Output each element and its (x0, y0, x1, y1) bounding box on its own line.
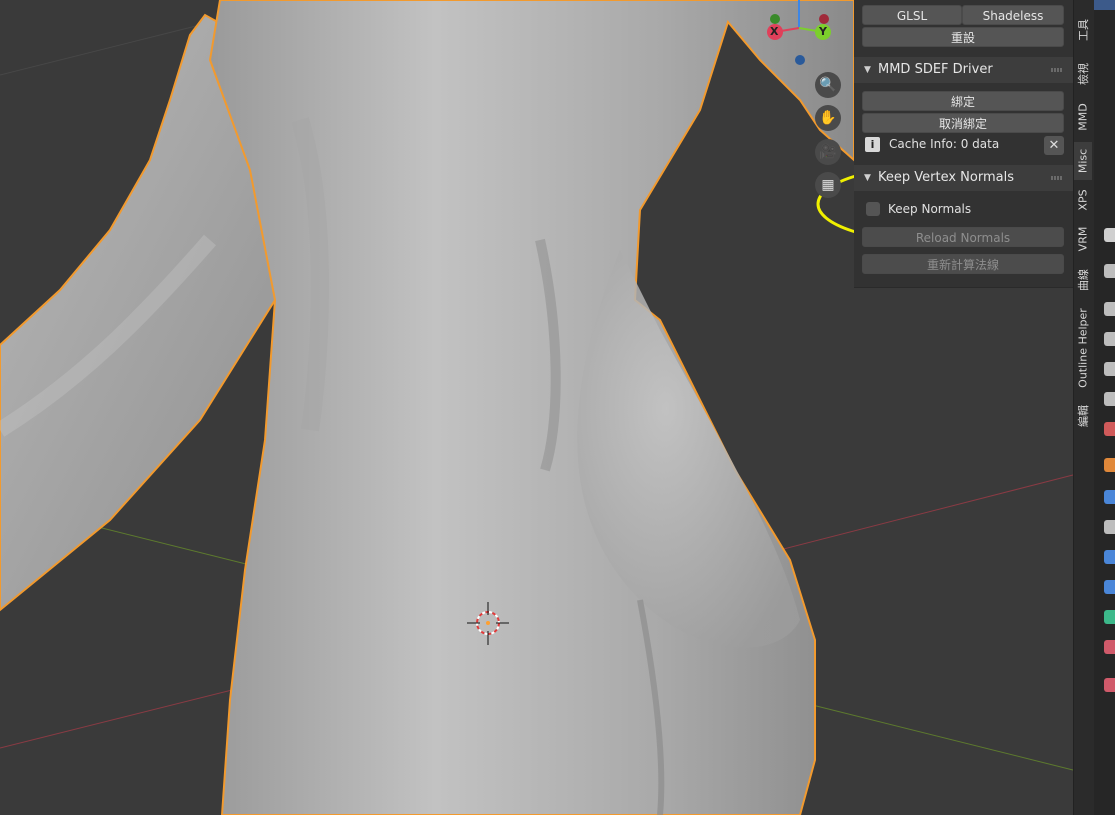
render-icon[interactable] (1104, 264, 1115, 278)
cache-info-text: Cache Info: 0 data (889, 137, 1000, 151)
sdef-panel-header[interactable]: ▼ MMD SDEF Driver (854, 57, 1073, 83)
tab-vrm[interactable]: VRM (1074, 222, 1092, 256)
particles-icon[interactable] (1104, 520, 1115, 534)
zoom-icon: 🔍 (819, 77, 837, 93)
keep-normals-checkbox[interactable] (866, 202, 880, 216)
tab-curves[interactable]: 曲線 (1074, 262, 1092, 298)
tab-edit[interactable]: 編輯 (1074, 398, 1092, 434)
view-layer-icon[interactable] (1104, 332, 1115, 346)
close-button[interactable]: ✕ (1044, 136, 1064, 155)
gizmo-x-label: X (770, 25, 779, 38)
keep-normals-label[interactable]: Keep Normals (888, 202, 971, 216)
normals-panel-title: Keep Vertex Normals (878, 170, 1014, 185)
shadeless-button[interactable]: Shadeless (962, 5, 1064, 25)
info-icon: i (865, 137, 880, 152)
recalculate-normals-button[interactable]: 重新計算法線 (862, 254, 1064, 274)
unbind-button[interactable]: 取消綁定 (862, 113, 1064, 133)
collapse-triangle-icon: ▼ (864, 65, 871, 75)
constraints-icon[interactable] (1104, 580, 1115, 594)
bind-button[interactable]: 綁定 (862, 91, 1064, 111)
tab-view[interactable]: 檢視 (1074, 55, 1092, 93)
ortho-toggle-button[interactable]: ▦ (815, 172, 841, 198)
collapse-triangle-icon: ▼ (864, 173, 871, 183)
texture-icon[interactable] (1104, 678, 1115, 692)
close-icon: ✕ (1048, 138, 1060, 153)
reset-button[interactable]: 重設 (862, 27, 1064, 47)
material-icon[interactable] (1104, 640, 1115, 654)
properties-header (1094, 0, 1115, 10)
grid-icon: ▦ (821, 177, 835, 193)
zoom-button[interactable]: 🔍 (815, 72, 841, 98)
body-mesh[interactable] (0, 0, 855, 815)
glsl-button[interactable]: GLSL (862, 5, 962, 25)
data-icon[interactable] (1104, 610, 1115, 624)
reload-normals-button[interactable]: Reload Normals (862, 227, 1064, 247)
camera-button[interactable]: 🎥 (815, 139, 841, 165)
object-icon[interactable] (1104, 458, 1115, 472)
drag-grip-icon[interactable] (1051, 176, 1063, 180)
sdef-panel-title: MMD SDEF Driver (878, 62, 993, 77)
tab-outline-helper[interactable]: Outline Helper (1074, 302, 1092, 394)
tab-misc[interactable]: Misc (1074, 142, 1092, 180)
gizmo-y-label: Y (819, 25, 827, 38)
world-icon[interactable] (1104, 392, 1115, 406)
output-icon[interactable] (1104, 302, 1115, 316)
hand-icon: ✋ (819, 110, 837, 126)
modifier-icon[interactable] (1104, 490, 1115, 504)
tool-icon[interactable] (1104, 228, 1115, 242)
scene-icon[interactable] (1104, 362, 1115, 376)
collection-icon[interactable] (1104, 422, 1115, 436)
physics-icon[interactable] (1104, 550, 1115, 564)
properties-editor-edge (1094, 0, 1115, 815)
drag-grip-icon[interactable] (1051, 68, 1063, 72)
tab-tools[interactable]: 工具 (1074, 10, 1092, 50)
normals-panel-header[interactable]: ▼ Keep Vertex Normals (854, 165, 1073, 191)
camera-icon: 🎥 (819, 144, 837, 160)
tab-mmd[interactable]: MMD (1074, 97, 1092, 137)
tab-xps[interactable]: XPS (1074, 184, 1092, 216)
pan-button[interactable]: ✋ (815, 105, 841, 131)
x-axis-line (759, 474, 1073, 556)
navigation-gizmo[interactable]: X Y (755, 0, 835, 70)
